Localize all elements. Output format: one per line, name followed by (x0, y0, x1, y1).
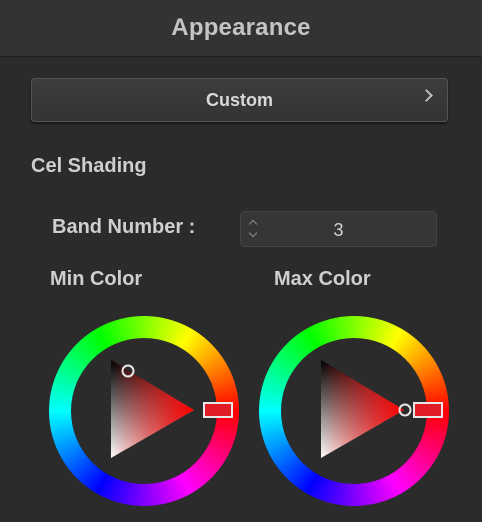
preset-dropdown-button[interactable]: Custom (31, 78, 448, 122)
cel-shading-title: Cel Shading (31, 155, 147, 177)
min-color-wheel[interactable] (49, 316, 239, 506)
preset-label: Custom (206, 89, 273, 110)
panel-title: Appearance (171, 14, 311, 41)
max-hue-handle (413, 402, 443, 418)
panel-header: Appearance (0, 0, 482, 57)
band-number-stepper[interactable]: 3 (240, 211, 437, 247)
max-color-label: Max Color (274, 268, 371, 290)
max-color-wheel[interactable] (259, 316, 449, 506)
chevron-right-icon (420, 89, 433, 102)
saturation-value-triangle[interactable] (49, 316, 239, 506)
min-hue-handle (203, 402, 233, 418)
band-number-label: Band Number : (52, 216, 196, 238)
saturation-value-triangle[interactable] (259, 316, 449, 506)
band-number-value[interactable]: 3 (241, 220, 436, 241)
min-color-label: Min Color (50, 268, 143, 290)
